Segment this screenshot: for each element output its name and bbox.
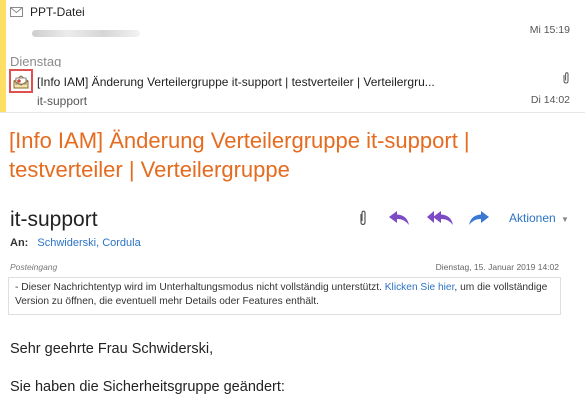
folder-label: Posteingang <box>10 262 58 272</box>
paperclip-icon <box>562 72 570 87</box>
list-item-time: Mi 15:19 <box>529 24 570 36</box>
open-envelope-icon <box>13 75 29 89</box>
list-item-subject: [Info IAM] Änderung Verteilergruppe it-s… <box>37 75 435 89</box>
list-item-time: Di 14:02 <box>530 94 570 106</box>
message-subject: [Info IAM] Änderung Verteilergruppe it-s… <box>9 128 470 182</box>
message-date: Dienstag, 15. Januar 2019 14:02 <box>435 262 559 272</box>
attachment-icon[interactable] <box>358 210 368 231</box>
list-item-selected[interactable]: [Info IAM] Änderung Verteilergruppe it-s… <box>8 67 578 111</box>
list-item[interactable]: PPT-Datei Mi 15:19 <box>8 0 578 48</box>
message-list: PPT-Datei Mi 15:19 Dienstag [Info IAM] Ä… <box>0 0 585 113</box>
info-text: - Dieser Nachrichtentyp wird im Unterhal… <box>15 282 382 293</box>
divider <box>0 112 585 113</box>
reply-all-icon[interactable] <box>426 209 454 232</box>
envelope-icon <box>10 7 23 17</box>
info-bar: - Dieser Nachrichtentyp wird im Unterhal… <box>8 277 561 315</box>
actions-menu-button[interactable]: Aktionen ▼ <box>509 211 569 225</box>
body-text: Sie haben die Sicherheitsgruppe geändert… <box>10 379 285 395</box>
actions-label: Aktionen <box>509 211 556 225</box>
recipient-link[interactable]: Schwiderski, Cordula <box>37 237 140 249</box>
body-greeting: Sehr geehrte Frau Schwiderski, <box>10 341 214 357</box>
message-sender: it-support <box>10 208 98 231</box>
list-item-sender: it-support <box>37 94 88 108</box>
list-item-title: PPT-Datei <box>30 5 85 19</box>
unread-bar <box>0 0 6 113</box>
forward-icon[interactable] <box>468 209 490 232</box>
open-full-version-link[interactable]: Klicken Sie hier <box>385 282 455 293</box>
recipient-row: An: Schwiderski, Cordula <box>10 237 141 249</box>
chevron-down-icon: ▼ <box>561 215 569 224</box>
list-item-preview-blurred <box>32 30 140 37</box>
reply-icon[interactable] <box>388 209 410 232</box>
to-label: An: <box>10 237 29 249</box>
